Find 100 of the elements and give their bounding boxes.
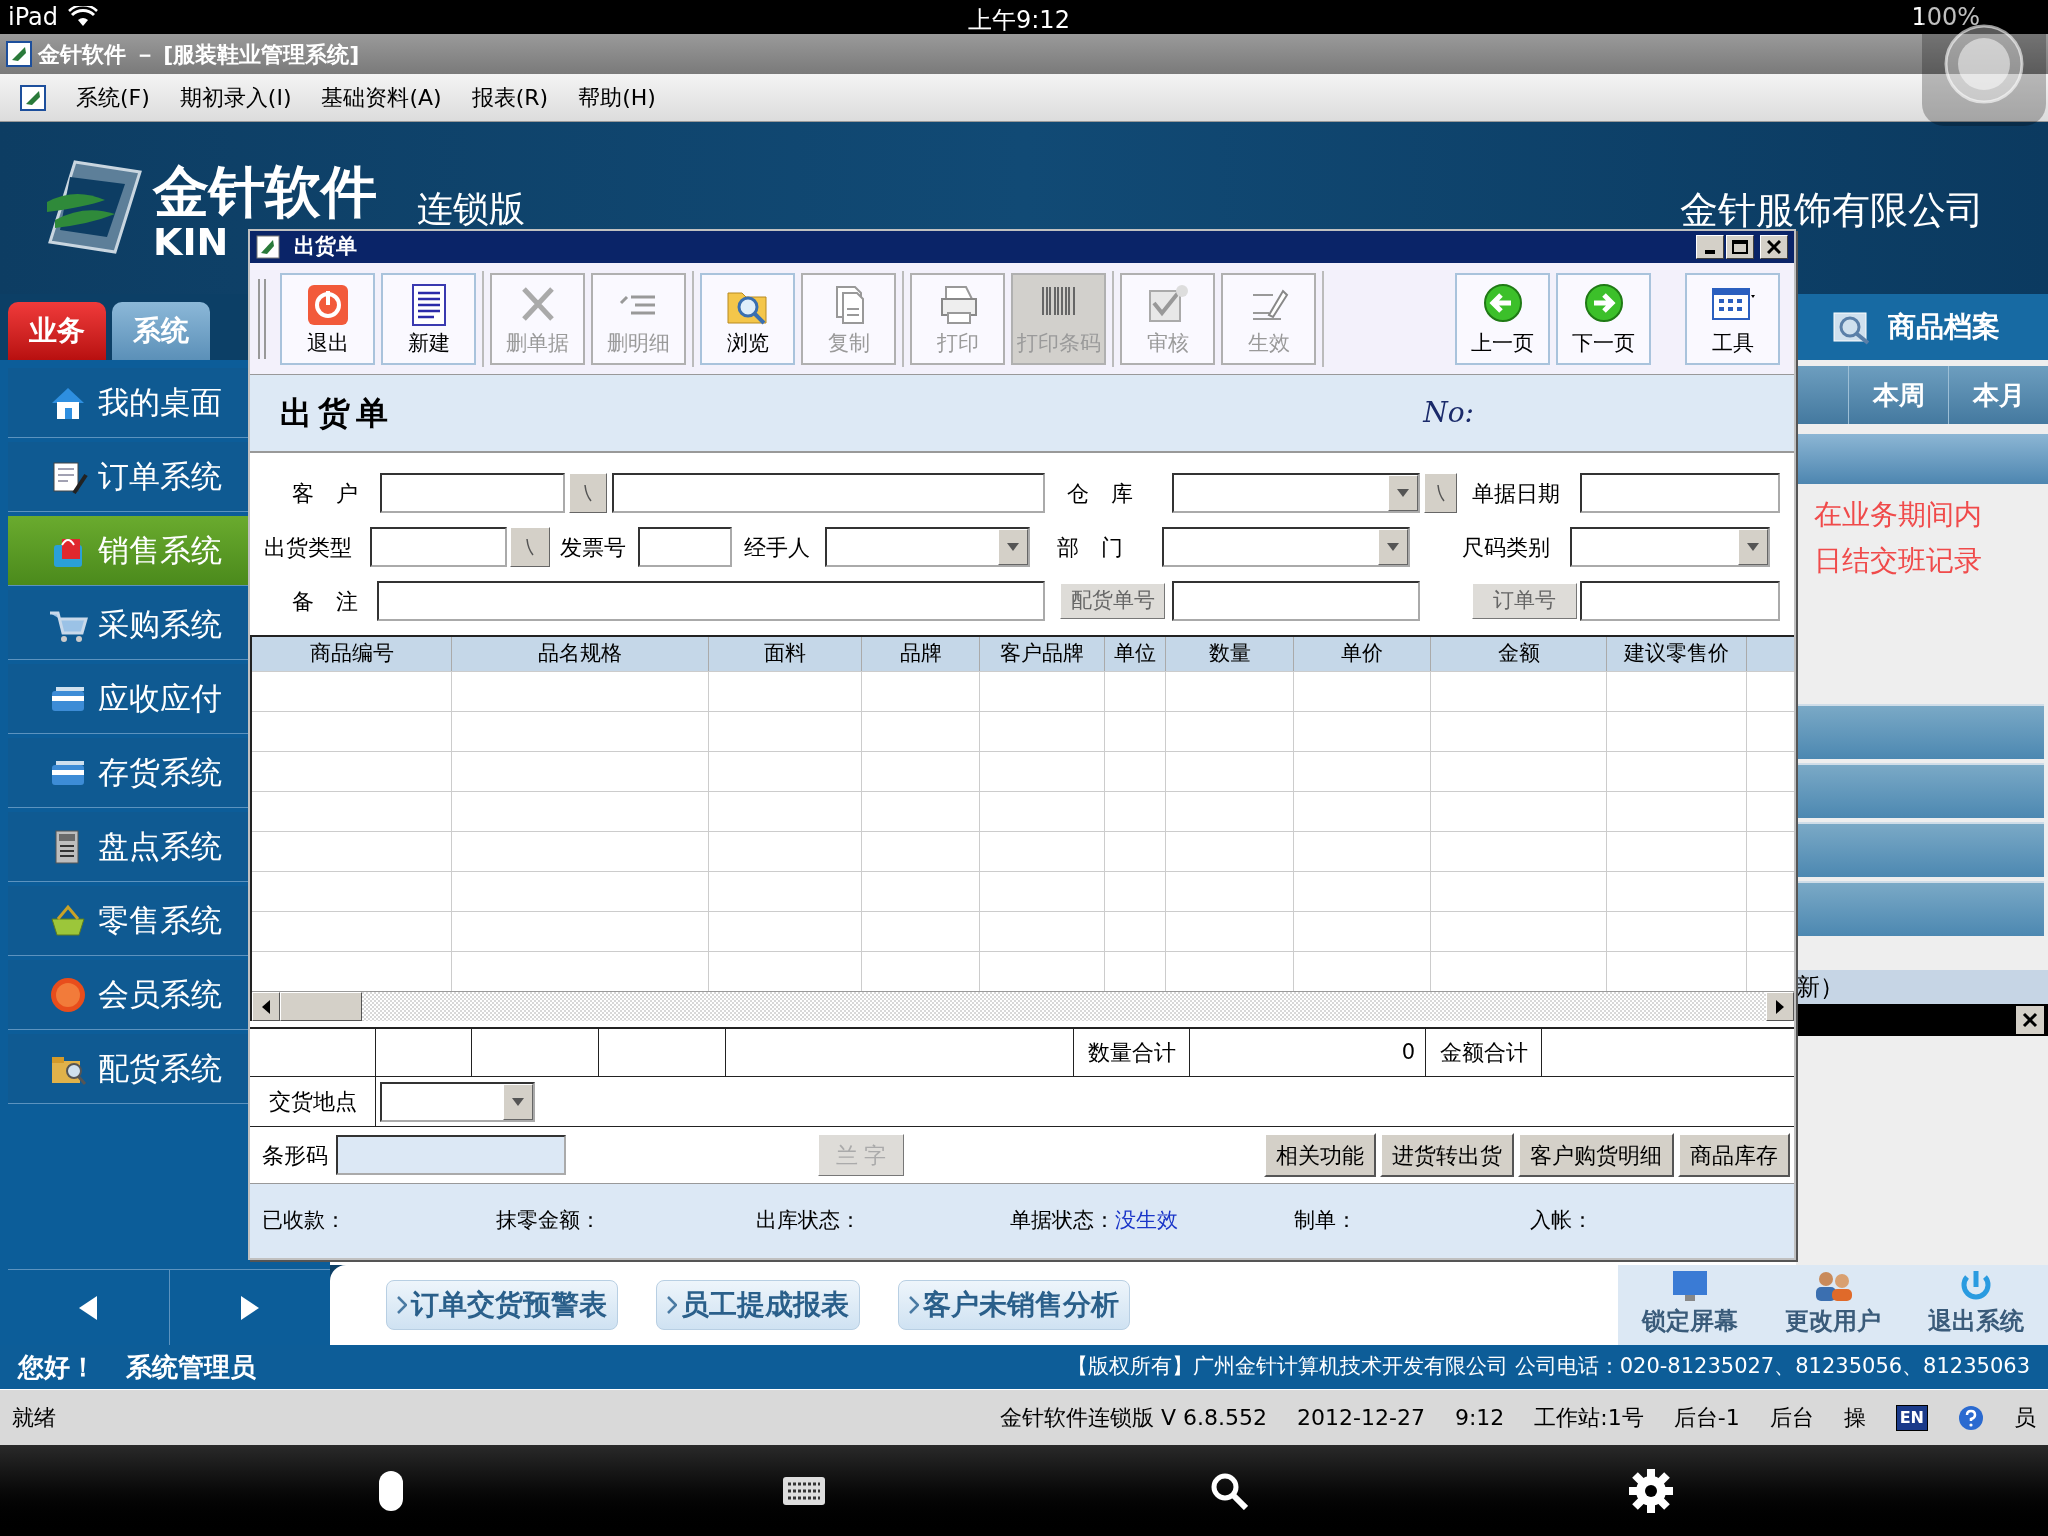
app-icon bbox=[256, 235, 280, 259]
input-field[interactable] bbox=[380, 473, 565, 513]
menu-item[interactable]: 系统(F) bbox=[76, 81, 150, 114]
status-text: 工作站:1号 bbox=[1534, 1404, 1644, 1432]
magnifier-icon bbox=[1832, 309, 1872, 345]
column-header[interactable]: 面料 bbox=[709, 637, 862, 671]
toolbar-button[interactable]: 上一页 bbox=[1455, 272, 1550, 365]
action-button[interactable]: 相关功能 bbox=[1264, 1133, 1376, 1177]
session-button[interactable]: 退出系统 bbox=[1928, 1269, 2025, 1339]
footer-label: 入帐： bbox=[1530, 1207, 1593, 1235]
report-button[interactable]: 员工提成报表 bbox=[656, 1280, 860, 1330]
input-field[interactable] bbox=[1172, 581, 1420, 621]
keyboard-icon bbox=[782, 1475, 826, 1506]
scroll-left-button[interactable] bbox=[252, 992, 280, 1021]
session-button[interactable]: 更改用户 bbox=[1785, 1269, 1881, 1339]
column-header[interactable]: 品牌 bbox=[862, 637, 980, 671]
minimize-icon bbox=[1705, 250, 1715, 254]
number-label: No: bbox=[1423, 395, 1474, 431]
close-button[interactable] bbox=[2016, 1006, 2044, 1034]
battery-percent: 100% bbox=[1911, 2, 1980, 33]
brand-latin: KIN bbox=[153, 222, 229, 262]
column-header[interactable]: 商品编号 bbox=[252, 637, 452, 671]
report-button[interactable]: 订单交货预警表 bbox=[386, 1280, 618, 1330]
maximize-button[interactable] bbox=[1726, 235, 1754, 259]
clock-time: 上午9:12 bbox=[968, 5, 1070, 36]
scroll-thumb[interactable] bbox=[280, 992, 362, 1021]
dropdown[interactable] bbox=[1172, 473, 1420, 513]
toolbar-button[interactable]: 浏览 bbox=[700, 272, 795, 365]
lock-icon bbox=[378, 1469, 404, 1512]
hook-icon bbox=[583, 483, 593, 503]
dock-button[interactable] bbox=[1629, 1468, 1673, 1513]
toolbar-button[interactable]: 工具 bbox=[1685, 272, 1780, 365]
lookup-button[interactable] bbox=[510, 527, 550, 567]
footer-label: 单据状态： bbox=[1010, 1207, 1115, 1235]
toolbar-button[interactable]: 新建 bbox=[381, 272, 476, 365]
lookup-button[interactable] bbox=[569, 473, 607, 513]
toolbar-button[interactable]: 下一页 bbox=[1556, 272, 1651, 365]
minimize-button[interactable] bbox=[1696, 235, 1724, 259]
hook-icon bbox=[525, 537, 535, 557]
column-header[interactable]: 建议零售价 bbox=[1607, 637, 1747, 671]
input-field[interactable] bbox=[377, 581, 1045, 621]
dropdown[interactable] bbox=[1570, 527, 1770, 567]
caret-icon bbox=[1387, 543, 1399, 551]
toolbar-button[interactable]: 退出 bbox=[280, 272, 375, 365]
form-button[interactable]: 配货单号 bbox=[1060, 583, 1165, 619]
panel-bar[interactable] bbox=[1796, 822, 2044, 877]
action-button[interactable]: 客户购货明细 bbox=[1518, 1133, 1674, 1177]
report-button[interactable]: 客户未销售分析 bbox=[898, 1280, 1130, 1330]
dock-button[interactable] bbox=[378, 1469, 404, 1512]
copyright-text: 【版权所有】广州金针计算机技术开发有限公司 公司电话：020-81235027、81235056、81235063 bbox=[1067, 1353, 2030, 1381]
column-header[interactable]: 客户品牌 bbox=[980, 637, 1105, 671]
status-text: 后台-1 bbox=[1673, 1404, 1740, 1432]
search-icon bbox=[1210, 1471, 1248, 1510]
dropdown[interactable] bbox=[380, 1081, 535, 1122]
input-field[interactable] bbox=[1580, 473, 1780, 513]
help-icon bbox=[1958, 1404, 1984, 1431]
close-icon bbox=[1767, 240, 1781, 254]
dock-button[interactable] bbox=[1210, 1471, 1248, 1510]
action-button[interactable]: 商品库存 bbox=[1678, 1133, 1790, 1177]
column-header[interactable]: 数量 bbox=[1166, 637, 1294, 671]
settings-icon bbox=[1629, 1468, 1673, 1513]
chevron-icon bbox=[909, 1296, 919, 1314]
panel-bar[interactable] bbox=[1796, 763, 2044, 818]
menu-item[interactable]: 期初录入(I) bbox=[179, 81, 292, 114]
wifi-icon bbox=[68, 6, 98, 28]
right-arrow-icon bbox=[240, 1295, 259, 1320]
tab[interactable]: 本周 bbox=[1848, 366, 1948, 424]
toolbar-grip[interactable] bbox=[258, 278, 266, 359]
dock-button[interactable] bbox=[782, 1475, 826, 1506]
tab[interactable]: 本月 bbox=[1948, 366, 2048, 424]
input-field[interactable] bbox=[370, 527, 507, 567]
input-field[interactable] bbox=[1580, 581, 1780, 621]
maximize-icon bbox=[1732, 240, 1748, 254]
column-header[interactable]: 金额 bbox=[1431, 637, 1607, 671]
lookup-button[interactable] bbox=[1424, 473, 1457, 513]
column-header[interactable]: 单位 bbox=[1105, 637, 1166, 671]
input-field[interactable] bbox=[336, 1135, 566, 1175]
input-field[interactable] bbox=[612, 473, 1045, 513]
scroll-right-button[interactable] bbox=[1766, 992, 1794, 1021]
tab[interactable]: 业务 bbox=[8, 302, 106, 360]
panel-bar[interactable] bbox=[1796, 704, 2044, 759]
session-button[interactable]: 锁定屏幕 bbox=[1641, 1269, 1738, 1339]
close-button[interactable] bbox=[1760, 235, 1788, 259]
left-arrow-icon bbox=[79, 1295, 98, 1320]
menu-item[interactable]: 基础资料(A) bbox=[321, 81, 442, 114]
dropdown[interactable] bbox=[1162, 527, 1410, 567]
chevron-icon bbox=[397, 1296, 407, 1314]
input-field[interactable] bbox=[638, 527, 732, 567]
language-indicator[interactable]: EN bbox=[1895, 1404, 1928, 1431]
right-arrow-icon bbox=[1776, 999, 1784, 1014]
total-label: 金额合计 bbox=[1426, 1029, 1542, 1076]
panel-bar[interactable] bbox=[1796, 881, 2044, 936]
column-header[interactable]: 单价 bbox=[1294, 637, 1431, 671]
menu-item[interactable]: 报表(R) bbox=[471, 81, 549, 114]
dropdown[interactable] bbox=[825, 527, 1030, 567]
horizontal-scrollbar[interactable] bbox=[252, 991, 1794, 1021]
column-header[interactable]: 品名规格 bbox=[452, 637, 709, 671]
action-button[interactable]: 进货转出货 bbox=[1380, 1133, 1514, 1177]
menu-item[interactable]: 帮助(H) bbox=[578, 81, 656, 114]
form-button[interactable]: 订单号 bbox=[1472, 583, 1577, 619]
